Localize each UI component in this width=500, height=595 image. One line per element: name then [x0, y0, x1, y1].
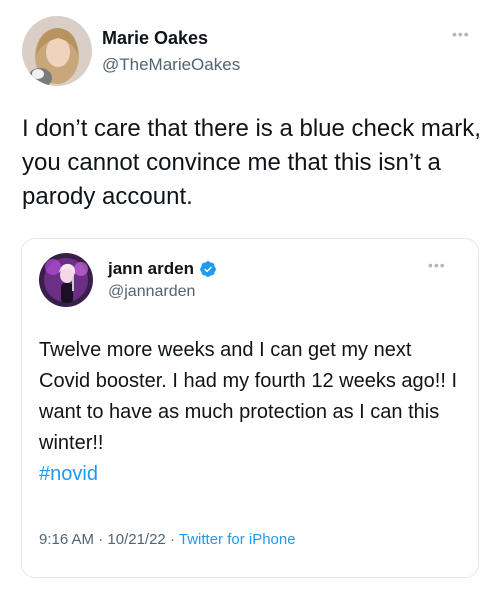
quoted-author-name-text: jann arden — [108, 259, 194, 278]
avatar[interactable] — [22, 16, 92, 86]
quoted-tweet-body: Twelve more weeks and I can get my next … — [39, 339, 458, 454]
quoted-tweet-text: Twelve more weeks and I can get my next … — [39, 335, 459, 490]
quoted-author-handle[interactable]: @jannarden — [108, 283, 195, 301]
author-handle[interactable]: @TheMarieOakes — [102, 55, 240, 75]
more-options-icon[interactable]: ••• — [452, 26, 470, 42]
quoted-author-name[interactable]: jann arden — [108, 259, 217, 279]
hashtag-link[interactable]: #novid — [39, 463, 98, 485]
more-options-icon[interactable]: ••• — [428, 257, 446, 273]
tweet-metadata: 9:16 AM · 10/21/22 · Twitter for iPhone — [39, 531, 296, 548]
author-name[interactable]: Marie Oakes — [102, 28, 208, 49]
meta-separator: · — [169, 531, 175, 548]
tweet-source-link[interactable]: Twitter for iPhone — [179, 531, 296, 548]
tweet-date[interactable]: 10/21/22 — [107, 531, 165, 548]
quoted-avatar[interactable] — [39, 253, 93, 307]
tweet-time[interactable]: 9:16 AM — [39, 531, 94, 548]
verified-badge-icon — [199, 260, 217, 278]
quoted-tweet[interactable]: jann arden @jannarden ••• Twelve more we… — [21, 238, 479, 578]
tweet-text: I don’t care that there is a blue check … — [22, 115, 481, 210]
tweet-card: Marie Oakes @TheMarieOakes ••• I don’t c… — [0, 0, 500, 595]
meta-separator: · — [98, 531, 104, 548]
quoted-profile-photo — [39, 253, 93, 307]
profile-photo — [22, 16, 92, 86]
